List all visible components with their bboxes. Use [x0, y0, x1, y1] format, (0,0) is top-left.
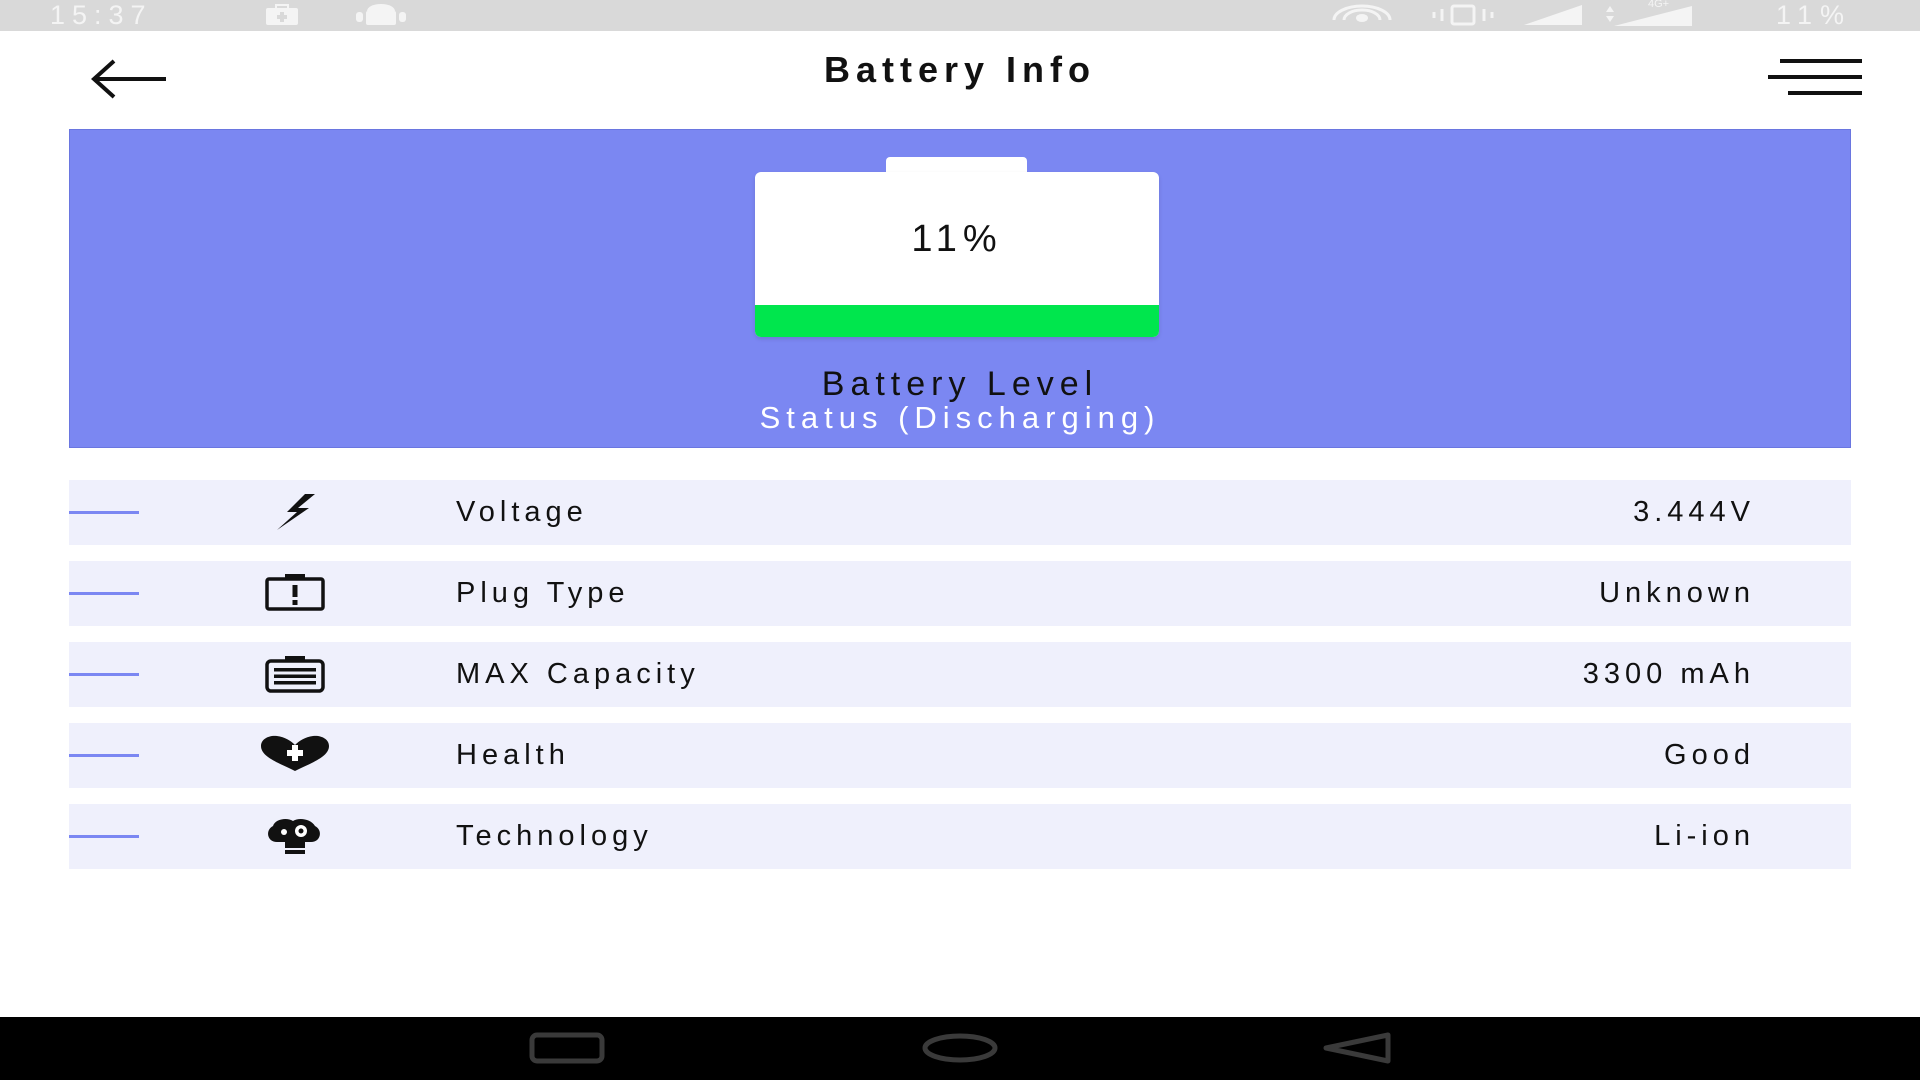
vibrate-icon	[1430, 4, 1496, 31]
menu-icon	[1768, 59, 1862, 95]
status-time: 15:37	[50, 0, 153, 30]
info-row-voltage: Voltage 3.444V	[69, 480, 1851, 545]
home-button[interactable]	[920, 1029, 1000, 1072]
app-bar: Battery Info	[0, 31, 1920, 131]
battery-fill-level	[755, 305, 1159, 337]
page-title: Battery Info	[823, 49, 1097, 90]
status-battery-percent: 11%	[1775, 0, 1852, 30]
info-row-plug-type: Plug Type Unknown	[69, 561, 1851, 626]
hotspot-icon	[1330, 4, 1394, 31]
info-row-health: Health Good	[69, 723, 1851, 788]
system-navigation-bar	[0, 1017, 1920, 1080]
plug-alert-icon	[244, 567, 346, 619]
info-label: Voltage	[456, 496, 588, 528]
row-indicator-dash	[69, 511, 139, 514]
row-indicator-dash	[69, 673, 139, 676]
android-icon	[352, 4, 410, 31]
recents-button[interactable]	[528, 1029, 606, 1072]
info-value: 3.444V	[1633, 496, 1755, 528]
home-icon	[922, 1033, 998, 1063]
data-4g-signal-icon: 4G+	[1604, 0, 1696, 33]
info-label: Plug Type	[456, 577, 630, 609]
info-value: 3300 mAh	[1582, 658, 1755, 690]
health-heart-icon	[244, 729, 346, 781]
medical-kit-icon	[264, 4, 300, 31]
battery-level-card: 11% Battery Level Status (Discharging)	[69, 129, 1851, 448]
battery-graphic: 11%	[755, 172, 1159, 337]
info-label: Health	[456, 739, 570, 771]
battery-percent-text: 11%	[911, 218, 1003, 260]
info-row-technology: Technology Li-ion	[69, 804, 1851, 869]
menu-button[interactable]	[1766, 53, 1864, 101]
recents-icon	[529, 1032, 605, 1064]
info-label: Technology	[456, 820, 653, 852]
row-indicator-dash	[69, 754, 139, 757]
info-label: MAX Capacity	[456, 658, 700, 690]
info-row-max-capacity: MAX Capacity 3300 mAh	[69, 642, 1851, 707]
battery-info-list: Voltage 3.444V Plug Type Unknown MAX Cap…	[69, 480, 1851, 885]
info-value: Li-ion	[1654, 820, 1755, 852]
battery-status-label: Status (Discharging)	[759, 400, 1161, 435]
signal-icon	[1522, 4, 1584, 31]
row-indicator-dash	[69, 835, 139, 838]
network-type-label: 4G+	[1648, 0, 1670, 10]
battery-capacity-icon	[244, 648, 346, 700]
info-value: Good	[1664, 739, 1755, 771]
status-bar: 15:37 4G+ 11%	[0, 0, 1920, 31]
technology-brain-icon	[244, 810, 346, 862]
lightning-icon	[244, 486, 346, 538]
battery-level-label: Battery Level	[821, 365, 1099, 403]
back-nav-button[interactable]	[1320, 1029, 1394, 1072]
back-triangle-icon	[1323, 1032, 1391, 1064]
info-value: Unknown	[1599, 577, 1755, 609]
row-indicator-dash	[69, 592, 139, 595]
